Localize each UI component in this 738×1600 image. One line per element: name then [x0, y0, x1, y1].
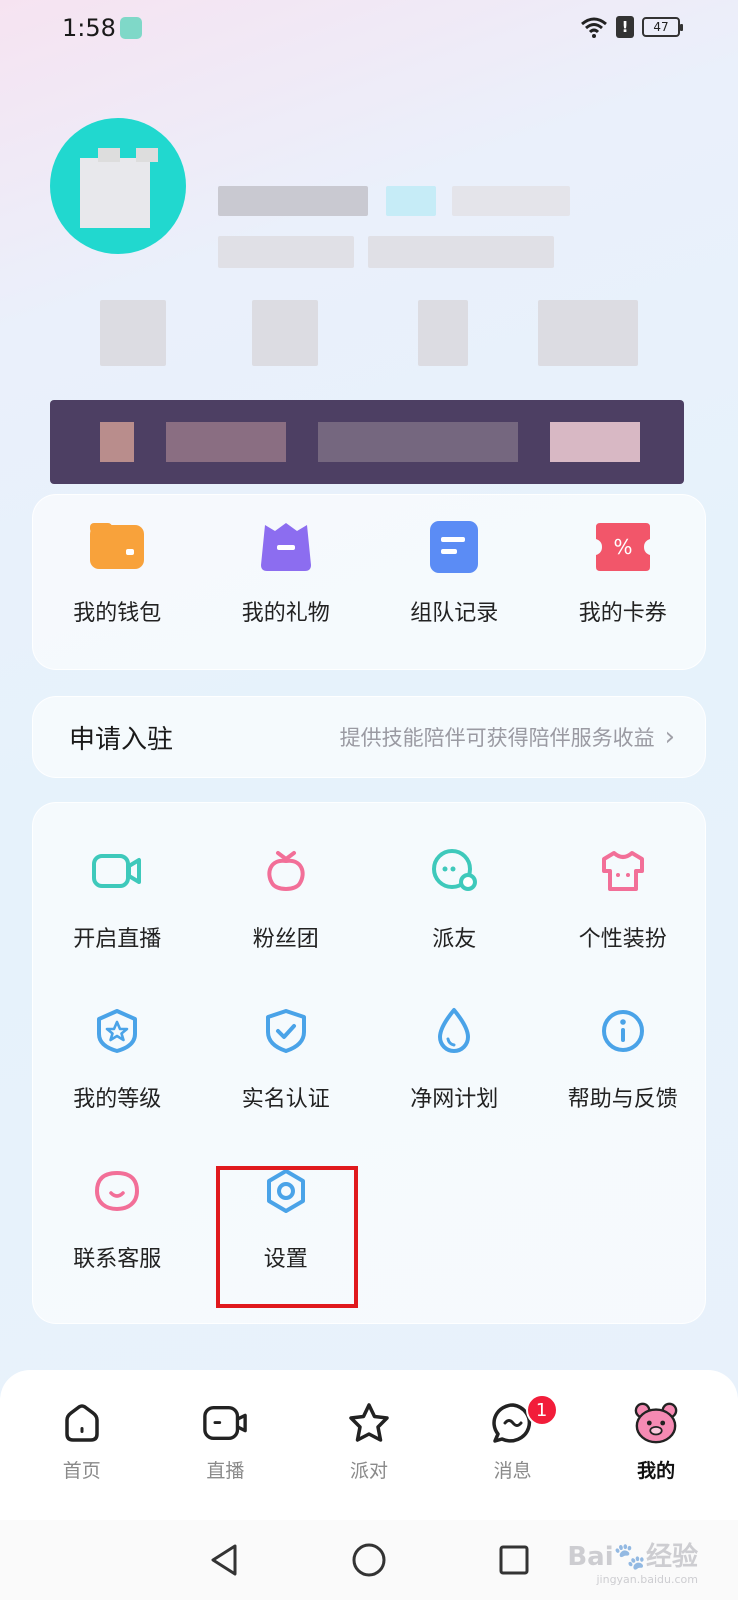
username-blurred	[218, 186, 368, 216]
services-card: 开启直播 粉丝团 派友 个性装扮 我的等级 实名认证 净网计划 帮助与反馈 联系…	[32, 802, 706, 1324]
wifi-icon	[581, 17, 607, 38]
tab-label: 首页	[62, 1460, 101, 1482]
dress-up-button[interactable]: 个性装扮	[539, 845, 708, 953]
tab-party[interactable]: 派对	[304, 1400, 434, 1483]
user-info-blurred	[368, 236, 554, 268]
app-notification-icon	[120, 17, 142, 39]
wallet-button[interactable]: 我的钱包	[33, 521, 202, 627]
wallet-icon	[88, 521, 146, 573]
tshirt-icon	[597, 845, 649, 897]
tab-home[interactable]: 首页	[17, 1400, 147, 1483]
service-label: 联系客服	[73, 1247, 162, 1272]
info-icon	[597, 1005, 649, 1057]
tab-label: 我的	[637, 1460, 676, 1482]
tab-mine[interactable]: 我的	[591, 1400, 721, 1483]
star-icon	[346, 1400, 392, 1446]
smile-icon	[91, 1165, 143, 1217]
stat-1-blurred[interactable]	[100, 300, 166, 366]
real-name-auth-button[interactable]: 实名认证	[202, 1005, 371, 1113]
start-live-button[interactable]: 开启直播	[33, 845, 202, 953]
gift-icon	[257, 521, 315, 573]
clean-net-plan-button[interactable]: 净网计划	[370, 1005, 539, 1113]
status-indicators: ! 47	[580, 16, 683, 38]
battery-icon: 47	[642, 17, 683, 37]
back-icon[interactable]	[207, 1542, 241, 1578]
paw-icon: 🐾	[613, 1542, 646, 1572]
vip-banner-blurred[interactable]	[50, 400, 684, 484]
camera-icon	[202, 1400, 248, 1446]
chevron-right-icon: ›	[664, 722, 675, 752]
stat-4-blurred[interactable]	[538, 300, 638, 366]
settings-highlight-box	[216, 1166, 358, 1308]
star-badge-icon	[91, 1005, 143, 1057]
team-records-button[interactable]: 组队记录	[370, 521, 539, 627]
record-icon	[425, 521, 483, 573]
avatar[interactable]	[50, 118, 186, 254]
watermark-brand-cn: 经验	[645, 1542, 698, 1572]
service-label: 粉丝团	[252, 927, 319, 952]
status-time: 1:58	[62, 14, 116, 42]
service-label: 我的等级	[73, 1087, 162, 1112]
bottom-tab-bar: 首页 直播 派对 1 消息 我的	[0, 1370, 738, 1520]
svg-text:%: %	[613, 535, 632, 559]
help-feedback-button[interactable]: 帮助与反馈	[539, 1005, 708, 1113]
user-id-blurred	[218, 236, 354, 268]
strawberry-icon	[260, 845, 312, 897]
tab-label: 派对	[349, 1460, 388, 1482]
watermark-brand: Bai	[567, 1542, 614, 1572]
quick-action-label: 我的钱包	[73, 601, 162, 626]
tab-live[interactable]: 直播	[160, 1400, 290, 1483]
shield-check-icon	[260, 1005, 312, 1057]
tab-messages[interactable]: 1 消息	[448, 1394, 578, 1483]
apply-settle-row[interactable]: 申请入驻 提供技能陪伴可获得陪伴服务收益 ›	[32, 696, 706, 778]
quick-action-label: 我的礼物	[241, 601, 330, 626]
tag-blurred	[452, 186, 570, 216]
recents-square-icon[interactable]	[497, 1543, 531, 1577]
quick-action-label: 我的卡券	[578, 601, 667, 626]
home-icon	[59, 1400, 105, 1446]
home-circle-icon[interactable]	[351, 1542, 387, 1578]
quick-actions-card: 我的钱包 我的礼物 组队记录 % 我的卡券	[32, 494, 706, 670]
level-badge-blurred	[386, 186, 436, 216]
service-label: 实名认证	[241, 1087, 330, 1112]
service-label: 个性装扮	[578, 927, 667, 952]
coupons-button[interactable]: % 我的卡券	[539, 521, 708, 627]
service-label: 净网计划	[410, 1087, 499, 1112]
stat-3-blurred[interactable]	[418, 300, 468, 366]
droplet-icon	[428, 1005, 480, 1057]
service-label: 开启直播	[73, 927, 162, 952]
chat-bubble-icon	[428, 845, 480, 897]
quick-action-label: 组队记录	[410, 601, 499, 626]
unread-badge: 1	[525, 1394, 558, 1426]
tab-label: 直播	[206, 1460, 245, 1482]
status-bar: 1:58 ! 47	[0, 0, 738, 58]
apply-subtitle: 提供技能陪伴可获得陪伴服务收益	[339, 726, 655, 750]
alert-icon: !	[616, 16, 634, 38]
service-label: 派友	[432, 927, 477, 952]
watermark-url: jingyan.baidu.com	[596, 1573, 698, 1586]
pai-friends-button[interactable]: 派友	[370, 845, 539, 953]
apply-title: 申请入驻	[69, 724, 174, 755]
service-label: 帮助与反馈	[567, 1087, 678, 1112]
tab-label: 消息	[493, 1460, 532, 1482]
baidu-watermark: Bai🐾经验 jingyan.baidu.com	[567, 1536, 698, 1586]
my-level-button[interactable]: 我的等级	[33, 1005, 202, 1113]
contact-support-button[interactable]: 联系客服	[33, 1165, 202, 1273]
gifts-button[interactable]: 我的礼物	[202, 521, 371, 627]
coupon-icon: %	[594, 521, 652, 573]
fan-club-button[interactable]: 粉丝团	[202, 845, 371, 953]
video-camera-icon	[91, 845, 143, 897]
stat-2-blurred[interactable]	[252, 300, 318, 366]
bear-face-icon	[633, 1400, 679, 1446]
apply-subtitle-group: 提供技能陪伴可获得陪伴服务收益 ›	[340, 722, 675, 752]
